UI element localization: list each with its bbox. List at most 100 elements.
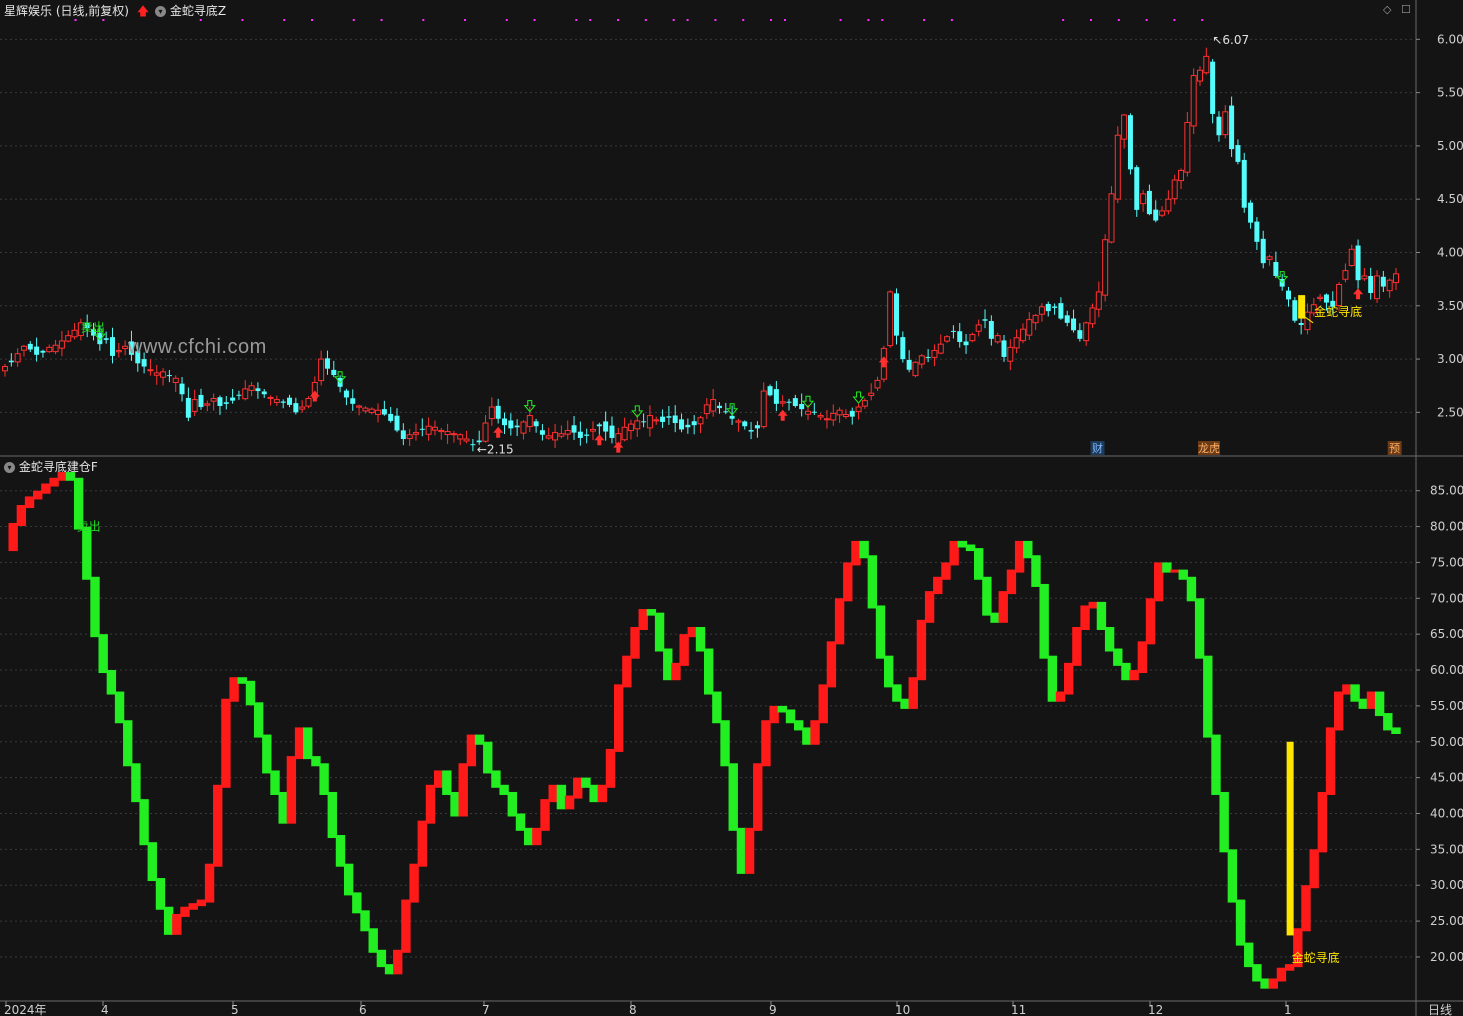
chevron-down-icon[interactable]: ▾ xyxy=(4,462,15,473)
candle-body xyxy=(552,432,559,441)
indicator-step xyxy=(507,791,517,817)
candle-body xyxy=(779,401,786,404)
indicator-step xyxy=(949,540,959,566)
price-tick-label: 5.00 xyxy=(1437,139,1463,153)
indicator-step xyxy=(859,540,869,559)
indicator-step xyxy=(139,799,149,846)
candle-body xyxy=(944,336,951,342)
candle-body xyxy=(1222,111,1229,136)
candle-body xyxy=(438,429,445,433)
candle-body xyxy=(1102,239,1109,296)
indicator-step xyxy=(303,727,313,760)
candle-body xyxy=(1134,167,1140,210)
candle-body xyxy=(287,397,293,405)
candle-body xyxy=(1368,275,1374,293)
upper-indicator-name[interactable]: 金蛇寻底Z xyxy=(170,4,226,18)
candle-body xyxy=(1241,159,1247,208)
indicator-step xyxy=(114,691,125,724)
candle-body xyxy=(950,330,956,332)
indicator-step xyxy=(900,698,910,709)
indicator-sell-label: 卖出 xyxy=(77,520,101,534)
candle-body xyxy=(691,421,697,426)
signal-dot xyxy=(311,19,314,21)
indicator-step xyxy=(16,505,27,526)
indicator-step xyxy=(196,899,207,907)
indicator-step xyxy=(1358,698,1368,709)
price-tick-label: 3.00 xyxy=(1437,352,1463,366)
candle-body xyxy=(160,371,167,378)
candle-body xyxy=(1260,238,1266,264)
indicator-tick-label: 35.00 xyxy=(1430,842,1463,856)
indicator-step xyxy=(605,748,616,788)
indicator-step xyxy=(671,662,681,681)
indicator-tick-label: 65.00 xyxy=(1430,627,1463,641)
candle-body xyxy=(198,394,204,408)
indicator-step xyxy=(1088,601,1098,609)
candle-body xyxy=(27,343,33,350)
diamond-icon[interactable]: ◇ xyxy=(1383,3,1391,16)
indicator-step xyxy=(810,720,820,745)
indicator-step xyxy=(1284,964,1295,971)
square-icon[interactable]: ☐ xyxy=(1401,3,1411,16)
candle-body xyxy=(1058,303,1064,319)
indicator-step xyxy=(1391,727,1401,734)
candle-body xyxy=(558,433,565,437)
candle-body xyxy=(350,398,356,404)
indicator-step xyxy=(867,555,878,609)
indicator-step xyxy=(262,734,272,774)
lower-indicator-name[interactable]: 金蛇寻底建仓F xyxy=(19,460,98,474)
signal-dot xyxy=(380,19,383,21)
indicator-step xyxy=(1006,569,1017,595)
candle-body xyxy=(65,335,72,342)
indicator-step xyxy=(1325,727,1336,795)
candle-body xyxy=(703,404,710,415)
candle-body xyxy=(1298,323,1304,325)
indicator-step xyxy=(1252,964,1262,982)
chart-canvas: 6.00 5.50 5.00 4.50 4.00 3.50 3.00 2.50 ↖6.07 ←2.… xyxy=(0,0,1463,1016)
event-badge-label: 预 xyxy=(1389,442,1400,455)
candle-body xyxy=(1380,276,1386,287)
indicator-step xyxy=(253,702,264,738)
indicator-step xyxy=(49,477,59,487)
indicator-step xyxy=(597,784,608,803)
indicator-step xyxy=(785,709,796,724)
indicator-step xyxy=(1129,670,1139,681)
red-up-arrow-icon xyxy=(613,441,624,453)
candle-body xyxy=(343,390,349,398)
time-tick-label: 10 xyxy=(895,1003,910,1016)
candle-body xyxy=(1336,283,1343,306)
candle-body xyxy=(1121,114,1128,140)
candle-body xyxy=(545,435,552,439)
indicator-step xyxy=(1194,598,1205,659)
indicator-step xyxy=(1383,713,1393,731)
candle-body xyxy=(236,394,242,396)
candle-body xyxy=(299,406,306,410)
candle-body xyxy=(577,431,583,438)
candle-body xyxy=(1342,270,1349,280)
max-price-label: ↖6.07 xyxy=(1212,33,1249,47)
candle-body xyxy=(34,346,40,355)
indicator-tick-label: 20.00 xyxy=(1430,950,1463,964)
signal-dot xyxy=(881,19,884,21)
chevron-down-icon[interactable]: ▾ xyxy=(155,6,166,17)
candle-body xyxy=(58,340,65,349)
indicator-step xyxy=(401,899,411,953)
candle-body xyxy=(957,331,963,343)
signal-dot xyxy=(422,19,425,21)
indicator-step xyxy=(1203,655,1213,738)
indicator-step xyxy=(172,913,182,935)
signal-bar xyxy=(1298,295,1306,319)
candle-body xyxy=(786,401,792,403)
candle-body xyxy=(1019,328,1026,342)
candle-body xyxy=(1052,306,1058,308)
indicator-step xyxy=(556,784,567,810)
candle-body xyxy=(1292,300,1298,321)
candle-body xyxy=(748,430,754,432)
indicator-step xyxy=(368,928,378,953)
candle-body xyxy=(1077,330,1083,339)
candle-body xyxy=(20,345,27,351)
red-up-arrow-icon xyxy=(1353,288,1364,300)
candle-body xyxy=(1184,121,1191,173)
indicator-tick-label: 45.00 xyxy=(1430,771,1463,785)
candle-body xyxy=(2,366,8,372)
